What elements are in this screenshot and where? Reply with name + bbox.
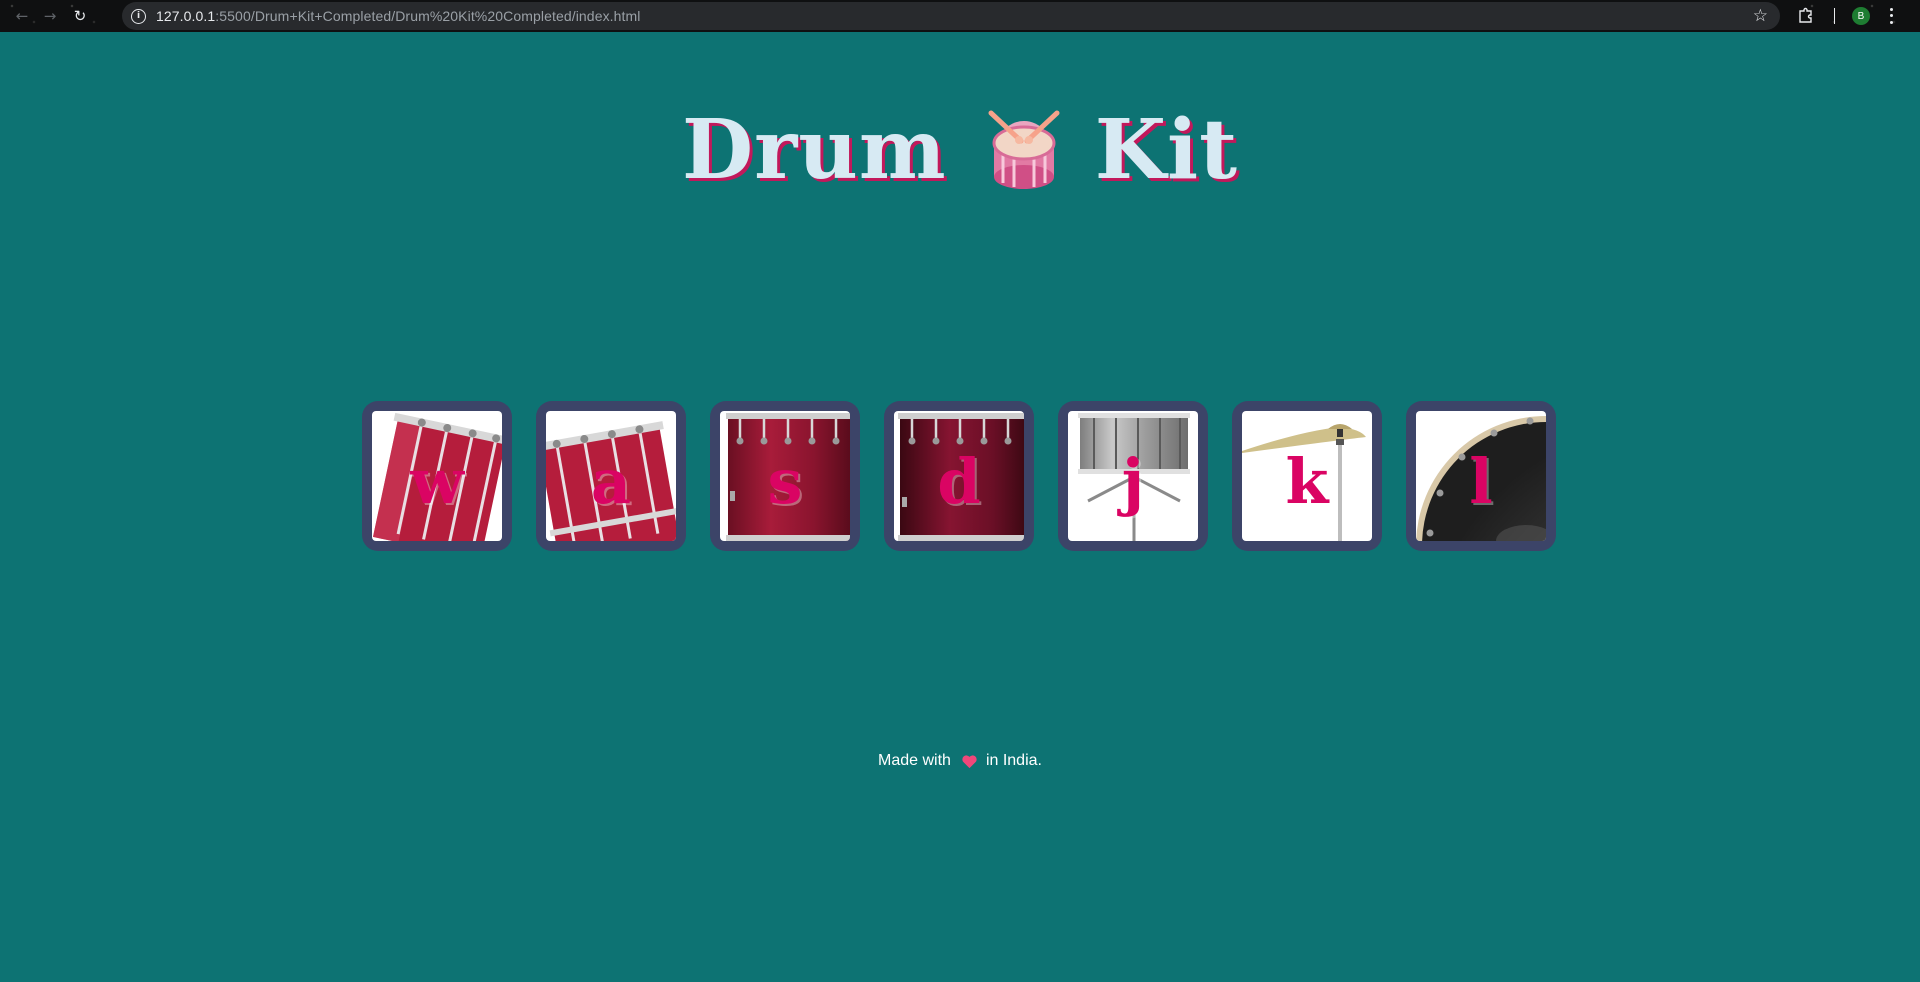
toolbar-divider [1834, 8, 1835, 24]
drum-button-d[interactable]: d [884, 401, 1034, 551]
reload-icon[interactable]: ↻ [69, 5, 91, 27]
drum-key-letter: k [1285, 444, 1329, 518]
url-text[interactable]: 127.0.0.1:5500/Drum+Kit+Completed/Drum%2… [156, 8, 641, 24]
bookmark-star-icon[interactable]: ☆ [1753, 6, 1768, 26]
footer: Made with in India. [0, 752, 1920, 770]
tom-1-image: w [372, 411, 502, 541]
forward-arrow-icon[interactable]: → [39, 5, 61, 27]
heart-icon [962, 754, 977, 768]
drum-key-letter: l [1469, 444, 1493, 518]
back-arrow-icon[interactable]: ← [11, 5, 33, 27]
drum-button-a[interactable]: a [536, 401, 686, 551]
kebab-menu-icon[interactable] [1888, 6, 1894, 26]
drum-button-s[interactable]: s [710, 401, 860, 551]
profile-avatar[interactable]: B [1852, 7, 1870, 25]
page-title: Drum Kit [0, 100, 1920, 200]
footer-text-before: Made with [878, 752, 951, 769]
drum-button-k[interactable]: k [1232, 401, 1382, 551]
crash-image: k [1242, 411, 1372, 541]
drum-key-letter: d [937, 444, 981, 518]
drum-button-l[interactable]: l [1406, 401, 1556, 551]
title-word-drum: Drum [682, 102, 947, 198]
tom-4-image: d [894, 411, 1024, 541]
drum-set: w a s d j k l [362, 401, 1558, 551]
info-icon[interactable]: i [131, 8, 146, 24]
address-bar[interactable]: i 127.0.0.1:5500/Drum+Kit+Completed/Drum… [122, 2, 1780, 30]
drum-key-letter: s [767, 444, 803, 518]
drum-key-letter: j [1121, 444, 1145, 518]
title-word-kit: Kit [1094, 102, 1238, 198]
tom-3-image: s [720, 411, 850, 541]
drum-icon [988, 110, 1060, 189]
footer-text-after: in India. [985, 752, 1042, 769]
drum-button-w[interactable]: w [362, 401, 512, 551]
browser-toolbar: ← → ↻ i 127.0.0.1:5500/Drum+Kit+Complete… [0, 0, 1920, 32]
drum-key-letter: w [410, 444, 464, 518]
snare-image: j [1068, 411, 1198, 541]
drum-button-j[interactable]: j [1058, 401, 1208, 551]
puzzle-icon[interactable] [1798, 7, 1814, 23]
drum-key-letter: a [590, 444, 632, 518]
kick-bass-image: l [1416, 411, 1546, 541]
tom-2-image: a [546, 411, 676, 541]
